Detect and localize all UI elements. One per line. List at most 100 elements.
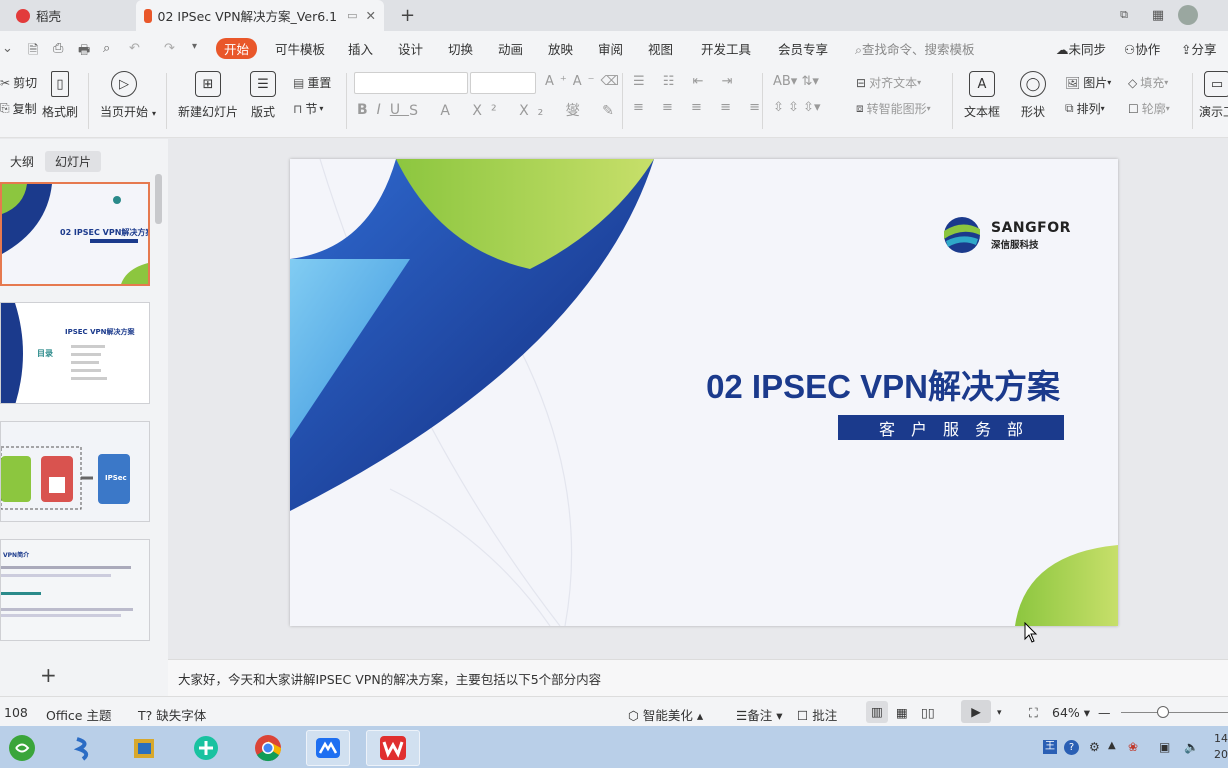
outline-button[interactable]: ☐ 轮廓 ▾ xyxy=(1128,100,1170,117)
text-direction-controls[interactable]: AB▾ ⇅▾ xyxy=(773,74,819,89)
tray-expand-icon[interactable]: ▲ xyxy=(1108,740,1116,751)
print-icon[interactable]: 🖶 xyxy=(78,41,90,63)
new-slide-button[interactable]: ⊞ 新建幻灯片 xyxy=(178,71,238,120)
font-family-select[interactable] xyxy=(354,72,468,94)
copy-button[interactable]: ⎘ 复制 xyxy=(0,100,37,117)
menu-home[interactable]: 开始 xyxy=(216,38,258,59)
new-tab-button[interactable]: + xyxy=(392,0,423,31)
taskbar-app-meeting[interactable] xyxy=(306,730,350,766)
layout-button[interactable]: ☰ 版式 xyxy=(250,71,276,120)
line-spacing-controls[interactable]: ⇳ ⇳ ⇳▾ xyxy=(773,100,820,115)
menu-transition[interactable]: 切换 xyxy=(448,39,473,58)
slide-sorter-icon[interactable]: ▦ xyxy=(896,705,908,720)
format-painter-button[interactable]: ▯ 格式刷 xyxy=(42,71,78,120)
menu-member[interactable]: 会员专享 xyxy=(778,39,828,58)
apps-grid-icon[interactable]: ▦ xyxy=(1147,5,1169,25)
start-button[interactable] xyxy=(0,730,44,766)
collaborate-button[interactable]: ⚇协作 xyxy=(1124,39,1160,58)
menu-templates[interactable]: 可牛模板 xyxy=(275,39,325,58)
slide-subtitle[interactable]: 客 户 服 务 部 xyxy=(879,416,1023,440)
clock-date[interactable]: 20 xyxy=(1214,748,1228,761)
taskbar-app-green[interactable] xyxy=(184,730,228,766)
customize-qa-icon[interactable]: ▾ xyxy=(192,41,197,52)
font-size-select[interactable] xyxy=(470,72,536,94)
present-tools-button[interactable]: ▭演示工 xyxy=(1199,71,1228,120)
print-preview-icon[interactable]: ⌕ xyxy=(103,41,110,56)
slide-thumbnail-2[interactable]: IPSEC VPN解决方案 目录 xyxy=(0,302,150,404)
zoom-slider-track[interactable] xyxy=(1121,712,1228,713)
minimize-tab-icon[interactable]: ▭ xyxy=(347,9,357,22)
play-from-current-button[interactable]: ▷ 当页开始 ▾ xyxy=(100,71,156,120)
zoom-level[interactable]: 64% ▾ xyxy=(1052,705,1090,720)
list-controls[interactable]: ☰ ☷ ⇤ ⇥ xyxy=(633,74,740,89)
textbox-button[interactable]: A 文本框 xyxy=(964,71,1000,120)
reading-view-icon[interactable]: ▯▯ xyxy=(921,705,935,720)
slide-thumbnail-4[interactable]: VPN简介 xyxy=(0,539,150,641)
menu-view[interactable]: 视图 xyxy=(648,39,673,58)
speaker-notes-text[interactable]: 大家好，今天和大家讲解IPSEC VPN的解决方案，主要包括以下5个部分内容 xyxy=(178,669,601,688)
sync-status[interactable]: ☁未同步 xyxy=(1056,39,1106,58)
cut-button[interactable]: ✂ 剪切 xyxy=(0,74,37,91)
clock-time[interactable]: 14 xyxy=(1214,732,1228,745)
save-icon[interactable]: 🗎 xyxy=(28,41,38,63)
tab-slides[interactable]: 幻灯片 xyxy=(45,151,102,172)
comments-button[interactable]: ☐ 批注 xyxy=(797,705,837,724)
notes-toggle[interactable]: ☰备注 ▾ xyxy=(736,705,782,724)
volume-icon[interactable]: 🔈 xyxy=(1184,740,1199,754)
missing-font-button[interactable]: T? 缺失字体 xyxy=(138,705,206,724)
menu-arrow-icon[interactable]: ⌄ xyxy=(2,41,13,56)
menu-slideshow[interactable]: 放映 xyxy=(548,39,573,58)
align-text-button[interactable]: ⊟ 对齐文本 ▾ xyxy=(856,74,921,91)
font-size-controls[interactable]: A⁺A⁻⌫ xyxy=(545,74,625,89)
slide-canvas[interactable]: SANGFOR 深信服科技 02 IPSEC VPN解决方案 客 户 服 务 部 xyxy=(290,159,1118,626)
smart-beautify-button[interactable]: ⬡ 智能美化 ▴ xyxy=(628,705,703,724)
theme-name[interactable]: Office 主题 xyxy=(46,705,111,724)
menu-insert[interactable]: 插入 xyxy=(348,39,373,58)
shape-button[interactable]: ◯ 形状 xyxy=(1020,71,1046,120)
menu-design[interactable]: 设计 xyxy=(398,39,423,58)
ime-icon[interactable]: 王 xyxy=(1043,740,1057,754)
picture-button[interactable]: 🖼 图片 ▾ xyxy=(1065,74,1111,91)
redo-icon[interactable]: ↷ xyxy=(164,41,175,56)
section-button[interactable]: ⊓ 节 ▾ xyxy=(293,100,323,117)
play-options-icon[interactable]: ▾ xyxy=(997,708,1002,718)
zoom-out-icon[interactable]: — xyxy=(1098,705,1111,720)
taskbar-app-wps[interactable] xyxy=(366,730,420,766)
tray-settings-icon[interactable]: ⚙ xyxy=(1089,740,1100,754)
taskbar-app-explorer[interactable] xyxy=(122,730,166,766)
normal-view-icon[interactable]: ▥ xyxy=(866,701,888,723)
add-slide-button[interactable]: + xyxy=(40,663,57,687)
taskbar-app-network[interactable] xyxy=(62,730,106,766)
menu-review[interactable]: 审阅 xyxy=(598,39,623,58)
menu-animation[interactable]: 动画 xyxy=(498,39,523,58)
play-slideshow-button[interactable]: ▶ xyxy=(961,700,991,723)
reset-button[interactable]: ▤ 重置 xyxy=(293,74,331,91)
text-format-controls[interactable]: BIUS A X² X₂ 燮 ✎ xyxy=(357,100,623,120)
smartart-button[interactable]: ⧈ 转智能图形 ▾ xyxy=(856,100,931,117)
tab-outline[interactable]: 大纲 xyxy=(0,151,44,172)
speaker-notes-pane[interactable]: 大家好，今天和大家讲解IPSEC VPN的解决方案，主要包括以下5个部分内容 xyxy=(168,659,1228,696)
window-layout-icon[interactable]: ⧉ xyxy=(1113,5,1135,25)
zoom-slider-thumb[interactable] xyxy=(1157,706,1169,718)
fit-window-icon[interactable]: ⛶ xyxy=(1029,705,1038,721)
tab-docer-home[interactable]: 稻壳 xyxy=(8,0,134,31)
slide-title[interactable]: 02 IPSEC VPN解决方案 xyxy=(706,360,1060,408)
undo-icon[interactable]: ↶ xyxy=(129,41,140,56)
command-search[interactable]: ⌕查找命令、搜索模板 xyxy=(855,39,975,58)
close-tab-icon[interactable]: ✕ xyxy=(366,8,376,23)
tray-app-icon[interactable]: ❀ xyxy=(1128,740,1138,754)
menu-developer[interactable]: 开发工具 xyxy=(701,39,751,58)
share-button[interactable]: ⇪分享 xyxy=(1181,39,1217,58)
slide-thumbnail-3[interactable]: IPSec xyxy=(0,421,150,522)
taskbar-app-chrome[interactable] xyxy=(246,730,290,766)
help-icon[interactable]: ? xyxy=(1064,740,1079,755)
tray-device-icon[interactable]: ▣ xyxy=(1159,740,1170,754)
slide-thumbnail-1[interactable]: 02 IPSEC VPN解决方案 xyxy=(0,182,150,286)
user-avatar[interactable] xyxy=(1178,5,1198,25)
export-pdf-icon[interactable]: ⎙ xyxy=(53,41,63,56)
fill-button[interactable]: ◇ 填充 ▾ xyxy=(1128,74,1168,91)
arrange-button[interactable]: ⧉ 排列 ▾ xyxy=(1065,100,1105,117)
paragraph-align-controls[interactable]: ≡ ≡ ≡ ≡ ≡ xyxy=(633,100,767,115)
thumbnail-scrollbar[interactable] xyxy=(155,174,162,224)
tab-document[interactable]: 02 IPSec VPN解决方案_Ver6.1 ▭ ✕ xyxy=(136,0,384,31)
